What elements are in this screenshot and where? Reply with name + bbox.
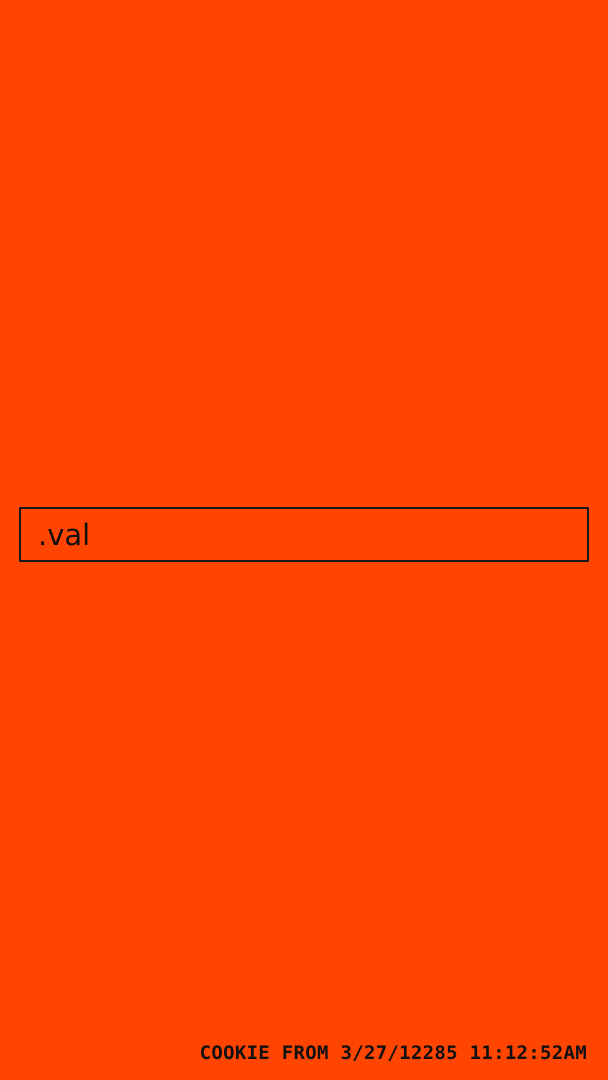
value-input[interactable] — [21, 509, 587, 560]
value-input-container[interactable] — [19, 507, 589, 562]
cookie-timestamp: COOKIE FROM 3/27/12285 11:12:52AM — [199, 1042, 587, 1064]
